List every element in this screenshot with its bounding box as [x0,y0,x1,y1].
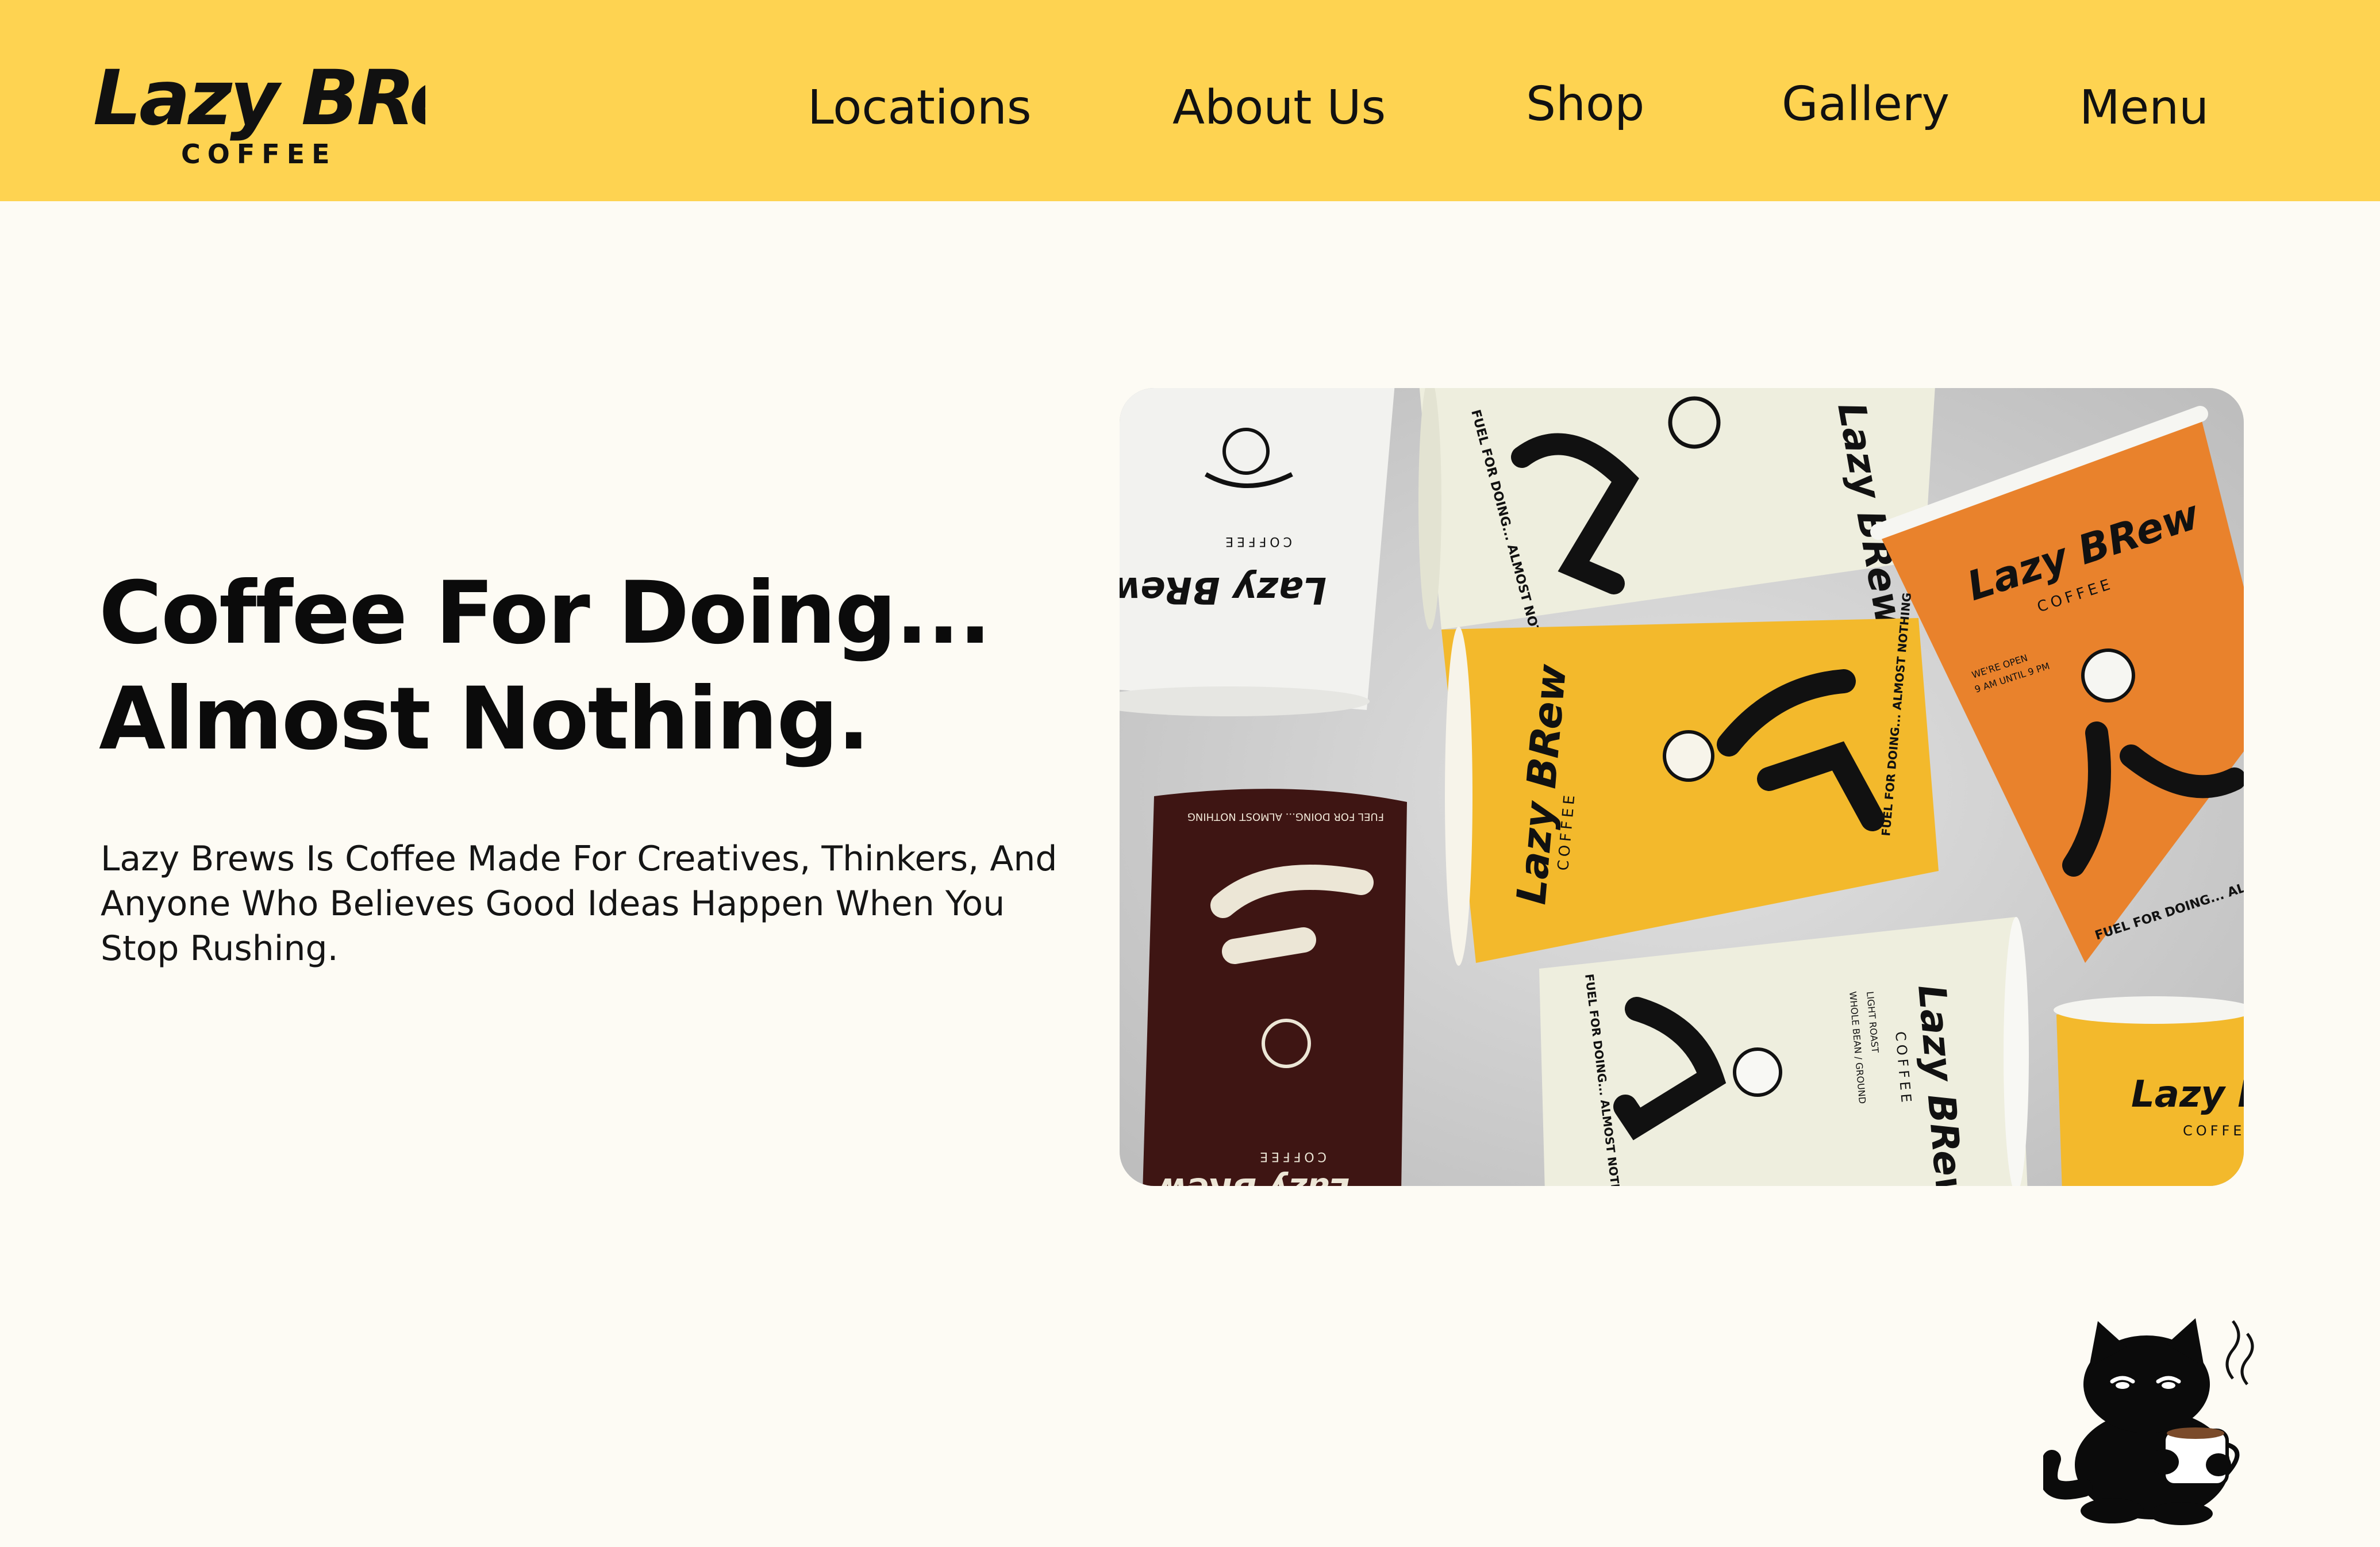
cup-brand-text: Lazy BRew [1120,569,1327,611]
cup-sub-text-7: COFFEE [2183,1123,2244,1139]
cup-sub-text-5: COFFEE [1256,1149,1327,1164]
cup-yellow-bottomright: Lazy BRew COFFEE [2054,996,2244,1186]
nav-shop[interactable]: Shop [1526,77,1644,132]
brand-logo[interactable]: Lazy BRew COFFEE [92,51,531,171]
headline-line-1: Coffee For Doing... [99,563,991,663]
cup-brand-text-7: Lazy BRew [2131,1073,2244,1116]
cup-white-topleft: Lazy BRew COFFEE [1120,388,1395,716]
cup-sub-text: COFFEE [1222,534,1292,548]
nav-locations[interactable]: Locations [808,80,1032,135]
nav-about-us[interactable]: About Us [1172,80,1386,135]
logo-text: Lazy BRew [93,54,425,143]
headline-line-2: Almost Nothing. [99,669,870,769]
coffee-cups-photo: Lazy BRew COFFEE FUEL FOR DOING... ALMOS… [1120,388,2244,1186]
hero-description: Lazy Brews Is Coffee Made For Creatives,… [101,839,1058,969]
cat-with-coffee-icon [2039,1315,2273,1528]
cup-brand-text-5: Lazy BRew [1157,1170,1349,1186]
nav-menu[interactable]: Menu [2079,80,2209,135]
logo-mark: Lazy BRew COFFEE [93,54,531,170]
hero-image: Lazy BRew COFFEE FUEL FOR DOING... ALMOS… [1120,388,2244,1186]
cup-brown: FUEL FOR DOING... ALMOST NOTHING COFFEE … [1143,789,1407,1186]
cup-tagline-text-5: FUEL FOR DOING... ALMOST NOTHING [1187,811,1384,823]
hero-headline: Coffee For Doing... Almost Nothing. [99,561,1076,772]
nav-gallery[interactable]: Gallery [1782,77,1950,132]
site-header: Lazy BRew COFFEE Locations About Us Shop… [0,0,2380,201]
logo-subtext: COFFEE [181,139,337,170]
